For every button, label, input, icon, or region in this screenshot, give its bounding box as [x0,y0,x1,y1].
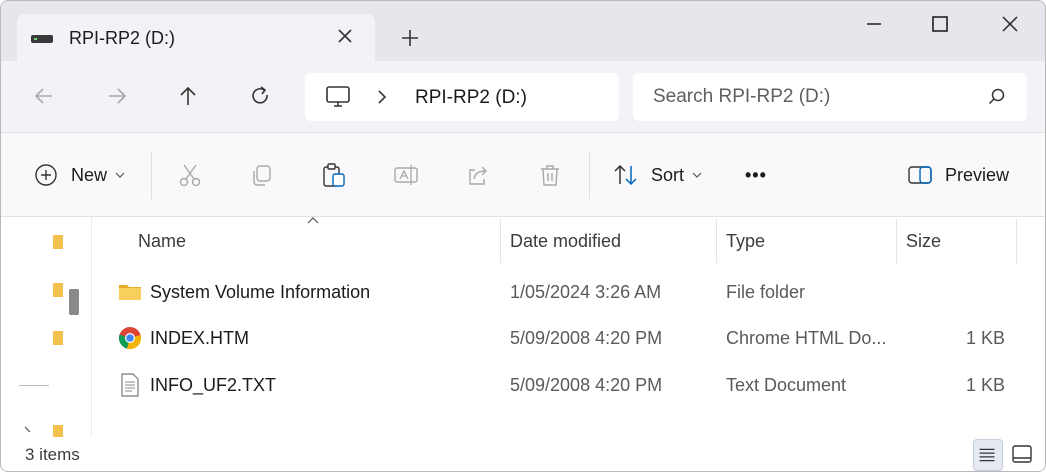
file-type: Chrome HTML Do... [726,328,887,348]
file-row[interactable]: INDEX.HTM 5/09/2008 4:20 PM Chrome HTML … [92,316,1045,360]
refresh-icon[interactable] [247,83,273,109]
file-date: 5/09/2008 4:20 PM [510,375,663,395]
column-divider[interactable] [500,219,501,263]
forward-arrow-icon[interactable] [104,83,130,109]
column-header-row: Name Date modified Type Size [92,217,1045,265]
item-count: 3 items [25,445,80,464]
column-divider[interactable] [896,219,897,263]
file-size: 1 KB [965,375,1005,395]
status-bar: 3 items [1,437,1045,471]
maximize-icon[interactable] [927,11,953,37]
new-button-label: New [71,164,108,185]
nav-folder-icon[interactable] [53,425,63,437]
address-bar-row: RPI-RP2 (D:) [1,61,1045,133]
file-row[interactable]: System Volume Information 1/05/2024 3:26… [92,270,1045,314]
delete-button[interactable] [537,159,563,191]
search-input[interactable] [653,85,973,109]
breadcrumb-current[interactable]: RPI-RP2 (D:) [415,87,527,109]
folder-icon [119,285,141,300]
paste-button[interactable] [321,159,347,191]
share-button[interactable] [465,159,491,191]
minimize-icon[interactable] [861,11,887,37]
file-type: Text Document [726,375,847,395]
file-name[interactable]: INFO_UF2.TXT [150,363,276,407]
details-view-icon [979,448,995,462]
share-icon [469,166,487,185]
title-bar: RPI-RP2 (D:) [1,1,1045,62]
trash-icon [541,165,559,186]
column-header-size[interactable]: Size [906,217,941,265]
close-tab-icon[interactable] [333,24,357,48]
tab-title: RPI-RP2 (D:) [69,28,176,48]
column-divider[interactable] [716,219,717,263]
text-document-icon [121,373,139,397]
navigation-pane[interactable] [1,217,91,437]
rename-button[interactable] [393,159,419,191]
search-box[interactable] [633,73,1027,121]
content-area: Name Date modified Type Size System Volu… [1,217,1045,437]
toolbar-divider [589,151,590,199]
chevron-down-icon [692,172,702,178]
chevron-down-icon [115,172,125,178]
rename-icon [394,165,418,185]
file-date: 5/09/2008 4:20 PM [510,328,663,348]
see-more-button[interactable]: ••• [745,159,767,191]
tiles-view-icon[interactable] [1009,441,1037,469]
column-header-date[interactable]: Date modified [510,217,621,265]
preview-pane-label: Preview [945,164,1010,185]
search-icon[interactable] [987,87,1007,107]
nav-scrollbar[interactable] [67,217,81,437]
preview-pane-button[interactable]: Preview [907,159,1009,191]
details-view-button[interactable] [973,439,1003,471]
sort-ascending-icon [307,217,319,224]
tab-rpi-rp2[interactable]: RPI-RP2 (D:) [17,14,375,62]
file-row[interactable]: INFO_UF2.TXT 5/09/2008 4:20 PM Text Docu… [92,363,1045,407]
nav-folder-icon[interactable] [53,283,63,297]
cut-icon [179,164,201,187]
copy-button[interactable] [249,159,275,191]
sort-arrows-icon [614,164,637,186]
cut-button[interactable] [177,159,203,191]
window-close-icon[interactable] [997,11,1023,37]
plus-circle-icon [35,164,57,186]
nav-folder-icon[interactable] [53,331,63,345]
column-divider[interactable] [1016,219,1017,263]
toolbar-divider [151,151,152,199]
breadcrumb-chevron-icon[interactable] [373,87,391,107]
copy-icon [253,165,271,186]
new-tab-plus-icon[interactable] [397,25,423,51]
up-arrow-icon[interactable] [175,83,201,109]
nav-divider [19,385,49,386]
file-size: 1 KB [965,328,1005,348]
file-name[interactable]: System Volume Information [150,270,370,314]
new-button[interactable]: New [33,159,125,191]
chrome-icon [118,327,141,349]
file-date: 1/05/2024 3:26 AM [510,282,662,302]
back-arrow-icon[interactable] [31,83,57,109]
drive-icon [31,35,53,43]
file-name[interactable]: INDEX.HTM [150,316,249,360]
column-header-type[interactable]: Type [726,217,765,265]
preview-pane-icon [908,166,932,184]
paste-clipboard-icon [323,163,345,187]
sort-button-label: Sort [651,164,685,185]
more-options-icon: ••• [745,164,767,185]
nav-folder-icon[interactable] [53,235,63,249]
command-bar: New Sort ••• Preview [1,133,1045,217]
this-pc-icon[interactable] [325,85,351,109]
sort-button[interactable]: Sort [613,159,702,191]
address-box[interactable]: RPI-RP2 (D:) [305,73,619,121]
file-type: File folder [726,282,806,302]
chevron-right-icon[interactable] [23,425,33,437]
nav-scrollbar-thumb[interactable] [69,289,79,315]
column-header-name[interactable]: Name [138,217,186,265]
file-explorer-window: RPI-RP2 (D:) RPI-RP2 (D:) Search RPI-RP2… [0,0,1046,472]
